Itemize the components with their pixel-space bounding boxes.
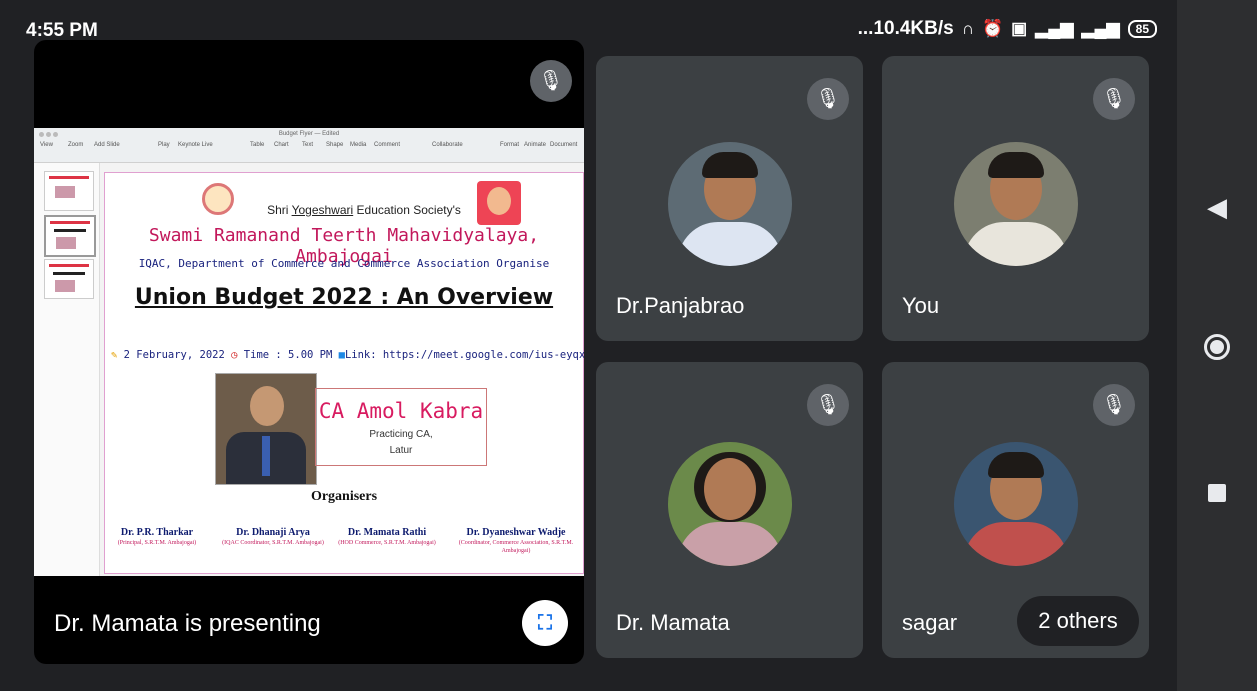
participant-tile[interactable]: 🎙 Dr. Mamata	[596, 362, 863, 658]
shared-screen: Budget Flyer — Edited View Zoom Add Slid…	[34, 128, 584, 576]
organiser: Dr. Dyaneshwar Wadje (Coordinator, Comme…	[458, 527, 574, 554]
toolbar-item: Collaborate	[432, 142, 463, 148]
organisers-heading: Organisers	[310, 489, 378, 504]
avatar	[668, 142, 792, 266]
toolbar-item: Add Slide	[94, 142, 120, 148]
society-name: Shri Yogeshwari Education Society's	[267, 203, 461, 217]
department-line: IQAC, Department of Commerce and Commerc…	[138, 257, 550, 270]
toolbar-item: Shape	[326, 142, 344, 148]
toolbar-item: Keynote Live	[178, 142, 213, 148]
organiser: Dr. P.R. Tharkar (Principal, S.R.T.M. Am…	[117, 527, 197, 546]
toolbar-item: Comment	[374, 142, 401, 148]
toolbar-item: Media	[350, 142, 367, 148]
back-icon: ◀	[1207, 192, 1227, 222]
organiser: Dr. Dhanaji Arya (IQAC Coordinator, S.R.…	[222, 527, 324, 546]
fullscreen-button[interactable]: ⛶	[522, 600, 568, 646]
participant-tile[interactable]: 🎙 sagar 2 others	[882, 362, 1149, 658]
recents-button[interactable]	[1177, 484, 1257, 507]
toolbar-item: Document	[550, 142, 578, 148]
mic-off-icon: 🎙	[1093, 384, 1135, 426]
presenting-label: Dr. Mamata is presenting	[54, 610, 321, 637]
home-icon	[1204, 334, 1230, 360]
toolbar-item: Text	[302, 142, 314, 148]
event-time: Time : 5.00 PM	[243, 349, 333, 361]
event-info: ✎ 2 February, 2022 ◷ Time : 5.00 PM ■Lin…	[111, 349, 584, 361]
current-slide: Shri Yogeshwari Education Society's Swam…	[104, 172, 584, 574]
speaker-name: CA Amol Kabra	[318, 399, 484, 423]
mic-off-icon: 🎙	[807, 78, 849, 120]
others-button[interactable]: 2 others	[1017, 596, 1139, 646]
speaker-photo	[215, 373, 317, 485]
signal-icon: ▂▄▆	[1081, 19, 1120, 38]
toolbar-item: Table	[250, 142, 265, 148]
back-button[interactable]: ◀	[1177, 192, 1257, 223]
alarm-icon: ⏰	[982, 19, 1004, 38]
organiser: Dr. Mamata Rathi (HOD Commerce, S.R.T.M.…	[338, 527, 436, 546]
android-nav-bar: ◀	[1177, 0, 1257, 691]
recents-icon	[1208, 484, 1226, 502]
mic-off-icon: 🎙	[1093, 78, 1135, 120]
mic-off-icon: 🎙	[807, 384, 849, 426]
status-icons: ...10.4KB/s ∩ ⏰ ▣ ▂▄▆ ▂▄▆ 85	[858, 18, 1157, 40]
keynote-toolbar: Budget Flyer — Edited View Zoom Add Slid…	[34, 128, 584, 163]
participant-name: You	[902, 293, 940, 318]
participant-name: Dr. Mamata	[616, 610, 730, 635]
toolbar-item: Play	[158, 142, 170, 148]
app-title: Budget Flyer — Edited	[278, 131, 340, 137]
slide-thumbnail	[44, 259, 94, 299]
slide-thumbnail	[44, 171, 94, 211]
volte-icon: ▣	[1011, 19, 1028, 38]
slide-thumbnails	[34, 163, 100, 576]
calendar-icon: ✎	[111, 349, 118, 361]
headphones-icon: ∩	[961, 19, 974, 38]
toolbar-item: Animate	[524, 142, 547, 148]
event-title: Union Budget 2022 : An Overview	[134, 285, 554, 310]
participant-name: sagar	[902, 610, 958, 635]
speaker-city: Latur	[389, 445, 413, 456]
participant-tile[interactable]: 🎙 Dr.Panjabrao	[596, 56, 863, 341]
clock-icon: ◷	[231, 349, 238, 361]
toolbar-item: Zoom	[68, 142, 84, 148]
network-speed: ...10.4KB/s	[857, 18, 954, 39]
toolbar-item: Chart	[274, 142, 289, 148]
speaker-role: Practicing CA,	[369, 429, 433, 440]
speaker-box: CA Amol Kabra Practicing CA, Latur	[315, 388, 487, 466]
avatar	[954, 142, 1078, 266]
event-date: 2 February, 2022	[123, 349, 225, 361]
mic-off-icon: 🎙	[530, 60, 572, 102]
avatar	[668, 442, 792, 566]
event-link: Link: https://meet.google.com/ius-eyqx-j…	[344, 349, 584, 361]
battery-icon: 85	[1127, 20, 1157, 38]
clock: 4:55 PM	[26, 20, 98, 41]
toolbar-item: Format	[500, 142, 520, 148]
toolbar-item: View	[40, 142, 53, 148]
participant-name: Dr.Panjabrao	[616, 293, 745, 318]
avatar	[954, 442, 1078, 566]
signal-4g-icon: ▂▄▆	[1035, 19, 1074, 38]
participant-tile[interactable]: 🎙 You	[882, 56, 1149, 341]
fullscreen-icon: ⛶	[538, 612, 552, 634]
slide-thumbnail	[44, 215, 96, 257]
home-button[interactable]	[1177, 334, 1257, 365]
presentation-tile[interactable]: 🎙 Budget Flyer — Edited View Zoom Add Sl…	[34, 40, 584, 664]
